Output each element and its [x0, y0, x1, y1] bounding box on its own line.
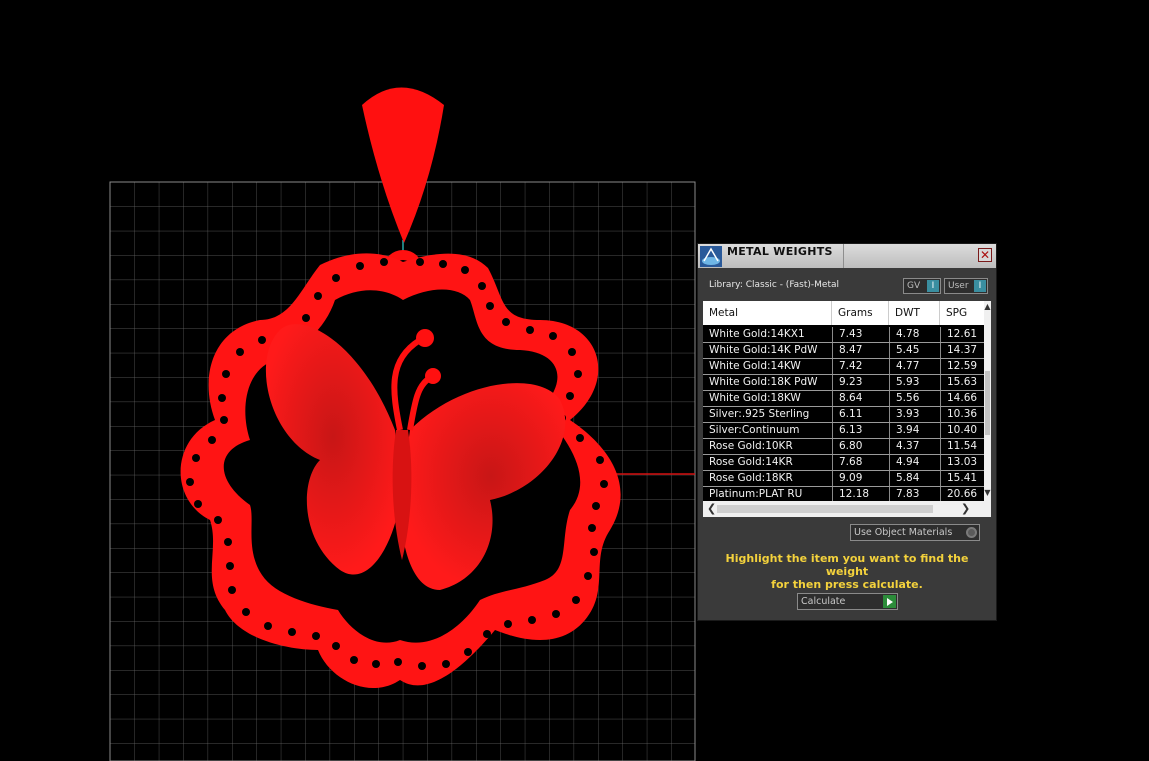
grams-cell: 7.43 — [832, 327, 889, 342]
column-header-spg[interactable]: SPG — [940, 301, 984, 325]
gv-toggle-indicator: I — [927, 280, 939, 292]
spg-cell: 14.37 — [940, 343, 984, 358]
metal-table[interactable]: Metal Grams DWT SPG White Gold:14KX1 7.43… — [703, 301, 991, 517]
dwt-cell: 5.45 — [889, 343, 940, 358]
metal-cell: White Gold:14KX1 — [709, 328, 805, 340]
radio-indicator-icon — [966, 527, 977, 538]
spg-cell: 10.36 — [940, 407, 984, 422]
dwt-cell: 3.93 — [889, 407, 940, 422]
table-row[interactable]: Rose Gold:18KR 9.09 5.84 15.41 — [703, 471, 984, 487]
table-row[interactable]: White Gold:14KW 7.42 4.77 12.59 — [703, 359, 984, 375]
grams-cell: 12.18 — [832, 487, 889, 502]
panel-titlebar[interactable]: METAL WEIGHTS ✕ — [698, 244, 996, 268]
spg-cell: 14.66 — [940, 391, 984, 406]
dwt-cell: 3.94 — [889, 423, 940, 438]
calculate-label: Calculate — [801, 596, 846, 607]
grams-cell: 9.09 — [832, 471, 889, 486]
grams-cell: 6.11 — [832, 407, 889, 422]
table-row[interactable]: White Gold:14K PdW 8.47 5.45 14.37 — [703, 343, 984, 359]
metal-cell: Silver:Continuum — [709, 424, 800, 436]
grams-cell: 8.47 — [832, 343, 889, 358]
spg-cell: 11.54 — [940, 439, 984, 454]
library-label: Library: Classic - (Fast)-Metal — [709, 280, 840, 290]
vertical-scroll-thumb[interactable] — [985, 371, 990, 435]
grams-cell: 7.68 — [832, 455, 889, 470]
vertical-scrollbar[interactable]: ▲ ▼ — [984, 301, 991, 501]
dwt-cell: 4.77 — [889, 359, 940, 374]
spg-cell: 15.41 — [940, 471, 984, 486]
spg-cell: 10.40 — [940, 423, 984, 438]
chevron-up-icon[interactable]: ▲ — [984, 303, 991, 311]
metal-cell: White Gold:14K PdW — [709, 344, 818, 356]
table-row[interactable]: White Gold:18KW 8.64 5.56 14.66 — [703, 391, 984, 407]
spg-cell: 12.61 — [940, 327, 984, 342]
metal-cell: Silver:.925 Sterling — [709, 408, 810, 420]
spg-cell: 15.63 — [940, 375, 984, 390]
horizontal-scroll-thumb[interactable] — [717, 505, 933, 513]
use-object-materials-toggle[interactable]: Use Object Materials — [850, 524, 980, 541]
calculate-button[interactable]: Calculate — [797, 593, 898, 610]
column-header-dwt[interactable]: DWT — [889, 301, 940, 325]
dwt-cell: 5.84 — [889, 471, 940, 486]
instruction-line-1: Highlight the item you want to find the … — [725, 552, 969, 578]
gv-toggle[interactable]: GV I — [903, 278, 941, 294]
column-header-metal[interactable]: Metal — [703, 301, 832, 325]
column-header-grams[interactable]: Grams — [832, 301, 889, 325]
metal-cell: Platinum:PLAT RU — [709, 488, 803, 500]
table-row[interactable]: Silver:Continuum 6.13 3.94 10.40 — [703, 423, 984, 439]
table-row[interactable]: Rose Gold:10KR 6.80 4.37 11.54 — [703, 439, 984, 455]
metal-cell: White Gold:18KW — [709, 392, 801, 404]
dwt-cell: 7.83 — [889, 487, 940, 502]
gv-toggle-label: GV — [907, 281, 921, 291]
grams-cell: 9.23 — [832, 375, 889, 390]
table-body: White Gold:14KX1 7.43 4.78 12.61 White Gold:… — [703, 327, 984, 503]
dwt-cell: 5.56 — [889, 391, 940, 406]
instruction-line-2: for then press calculate. — [771, 578, 923, 591]
use-object-materials-label: Use Object Materials — [854, 527, 953, 538]
dwt-cell: 4.37 — [889, 439, 940, 454]
grams-cell: 8.64 — [832, 391, 889, 406]
metal-cell: Rose Gold:14KR — [709, 456, 793, 468]
horizontal-scrollbar[interactable]: ❮ ❯ — [703, 501, 991, 517]
table-row[interactable]: White Gold:14KX1 7.43 4.78 12.61 — [703, 327, 984, 343]
metal-cell: White Gold:18K PdW — [709, 376, 818, 388]
metal-cell: Rose Gold:18KR — [709, 472, 793, 484]
instruction-text: Highlight the item you want to find the … — [708, 552, 986, 591]
grams-cell: 6.13 — [832, 423, 889, 438]
table-row[interactable]: White Gold:18K PdW 9.23 5.93 15.63 — [703, 375, 984, 391]
table-header: Metal Grams DWT SPG — [703, 301, 984, 325]
play-icon — [883, 595, 896, 608]
user-toggle-label: User — [948, 281, 969, 291]
user-toggle-indicator: I — [974, 280, 986, 292]
grams-cell: 6.80 — [832, 439, 889, 454]
spg-cell: 20.66 — [940, 487, 984, 502]
chevron-right-icon[interactable]: ❯ — [961, 502, 970, 516]
title-divider — [843, 244, 844, 268]
app-logo-icon — [700, 246, 722, 267]
chevron-down-icon[interactable]: ▼ — [984, 489, 991, 497]
spg-cell: 12.59 — [940, 359, 984, 374]
spg-cell: 13.03 — [940, 455, 984, 470]
dwt-cell: 4.78 — [889, 327, 940, 342]
close-icon[interactable]: ✕ — [978, 248, 992, 262]
table-row[interactable]: Silver:.925 Sterling 6.11 3.93 10.36 — [703, 407, 984, 423]
table-row[interactable]: Rose Gold:14KR 7.68 4.94 13.03 — [703, 455, 984, 471]
metal-weights-panel: METAL WEIGHTS ✕ Library: Classic - (Fast… — [697, 243, 997, 621]
metal-cell: White Gold:14KW — [709, 360, 801, 372]
grams-cell: 7.42 — [832, 359, 889, 374]
dwt-cell: 4.94 — [889, 455, 940, 470]
metal-cell: Rose Gold:10KR — [709, 440, 793, 452]
chevron-left-icon[interactable]: ❮ — [707, 502, 716, 516]
dwt-cell: 5.93 — [889, 375, 940, 390]
pendant-model — [180, 87, 621, 689]
user-toggle[interactable]: User I — [944, 278, 988, 294]
panel-title: METAL WEIGHTS — [727, 245, 833, 258]
